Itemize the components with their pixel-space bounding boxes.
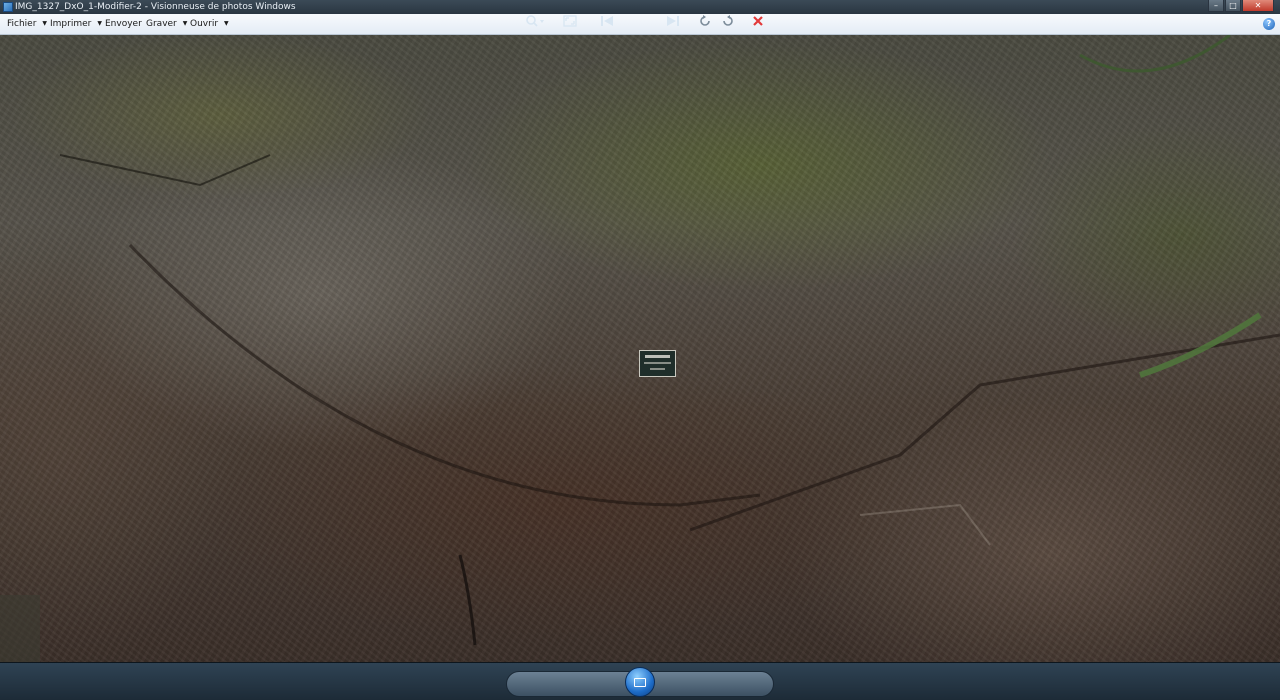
menu-graver[interactable]: Graver ▼ [146, 14, 187, 34]
delete-icon[interactable] [750, 13, 766, 29]
chevron-down-icon: ▼ [224, 20, 229, 27]
window-title: IMG_1327_DxO_1-Modifier-2 - Visionneuse … [15, 2, 296, 12]
title-bar: IMG_1327_DxO_1-Modifier-2 - Visionneuse … [0, 0, 1280, 14]
rotate-right-icon[interactable] [720, 13, 736, 29]
chevron-down-icon: ▼ [182, 20, 188, 27]
chevron-down-icon: ▼ [97, 20, 102, 27]
rock-contours [0, 35, 1280, 662]
window-controls: – □ ✕ [1207, 0, 1274, 12]
slideshow-icon[interactable] [625, 667, 655, 697]
rock-plaque [639, 350, 676, 377]
menu-envoyer-label: Envoyer [105, 19, 142, 29]
menu-ouvrir[interactable]: Ouvrir ▼ [190, 14, 229, 34]
close-button[interactable]: ✕ [1242, 0, 1274, 12]
fit-window-icon[interactable] [561, 13, 579, 29]
menu-imprimer-label: Imprimer [50, 19, 92, 29]
rotate-left-icon[interactable] [697, 13, 713, 29]
menu-envoyer[interactable]: Envoyer [105, 14, 142, 34]
minimize-button[interactable]: – [1208, 0, 1224, 12]
next-icon[interactable] [664, 14, 682, 28]
menu-fichier-label: Fichier [7, 19, 37, 29]
photo-display[interactable] [0, 35, 1280, 662]
maximize-button[interactable]: □ [1225, 0, 1241, 12]
magnifier-icon[interactable] [524, 13, 546, 29]
photo-viewer-app-icon [3, 2, 13, 12]
menu-bar: Fichier ▼ Imprimer ▼ Envoyer Graver ▼ Ouvri… [0, 14, 1280, 35]
menu-imprimer[interactable]: Imprimer ▼ [50, 14, 102, 34]
menu-ouvrir-label: Ouvrir [190, 19, 219, 29]
chevron-down-icon: ▼ [42, 20, 48, 27]
help-icon[interactable]: ? [1263, 18, 1275, 30]
previous-icon[interactable] [598, 14, 616, 28]
menu-graver-label: Graver [146, 19, 177, 29]
menu-fichier[interactable]: Fichier ▼ [7, 14, 47, 34]
